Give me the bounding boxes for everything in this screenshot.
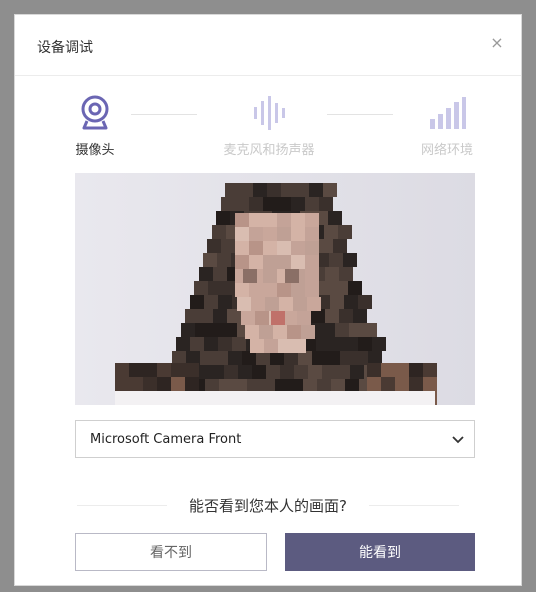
setup-steps: 摄像头 麦克风和扬声器 网络环境 xyxy=(15,93,521,163)
step-label: 网络环境 xyxy=(420,143,473,158)
signal-bars-icon xyxy=(430,97,466,129)
divider xyxy=(368,505,459,506)
dialog-title: 设备调试 xyxy=(37,40,93,56)
webcam-icon xyxy=(81,95,109,130)
close-icon[interactable]: × xyxy=(487,33,507,53)
divider xyxy=(77,505,168,506)
device-test-dialog: 设备调试 × 摄像头 麦克风和扬声器 网络环境 Microsoft Camera… xyxy=(14,14,522,586)
step-connector xyxy=(327,114,393,115)
step-label: 麦克风和扬声器 xyxy=(223,143,315,158)
camera-select-value: Microsoft Camera Front xyxy=(90,431,242,447)
cannot-see-button[interactable]: 看不到 xyxy=(75,533,267,571)
question-text: 能否看到您本人的画面? xyxy=(189,497,347,515)
dialog-header: 设备调试 × xyxy=(15,15,521,76)
chevron-down-icon xyxy=(452,436,464,444)
step-audio[interactable]: 麦克风和扬声器 xyxy=(209,93,329,158)
confirm-question: 能否看到您本人的画面? xyxy=(15,495,521,516)
step-network[interactable]: 网络环境 xyxy=(387,93,507,158)
step-label: 摄像头 xyxy=(75,143,115,158)
camera-select[interactable]: Microsoft Camera Front xyxy=(75,420,475,458)
sound-wave-icon xyxy=(254,96,285,130)
can-see-button[interactable]: 能看到 xyxy=(285,533,475,571)
camera-preview xyxy=(75,173,475,405)
step-camera[interactable]: 摄像头 xyxy=(35,93,155,158)
